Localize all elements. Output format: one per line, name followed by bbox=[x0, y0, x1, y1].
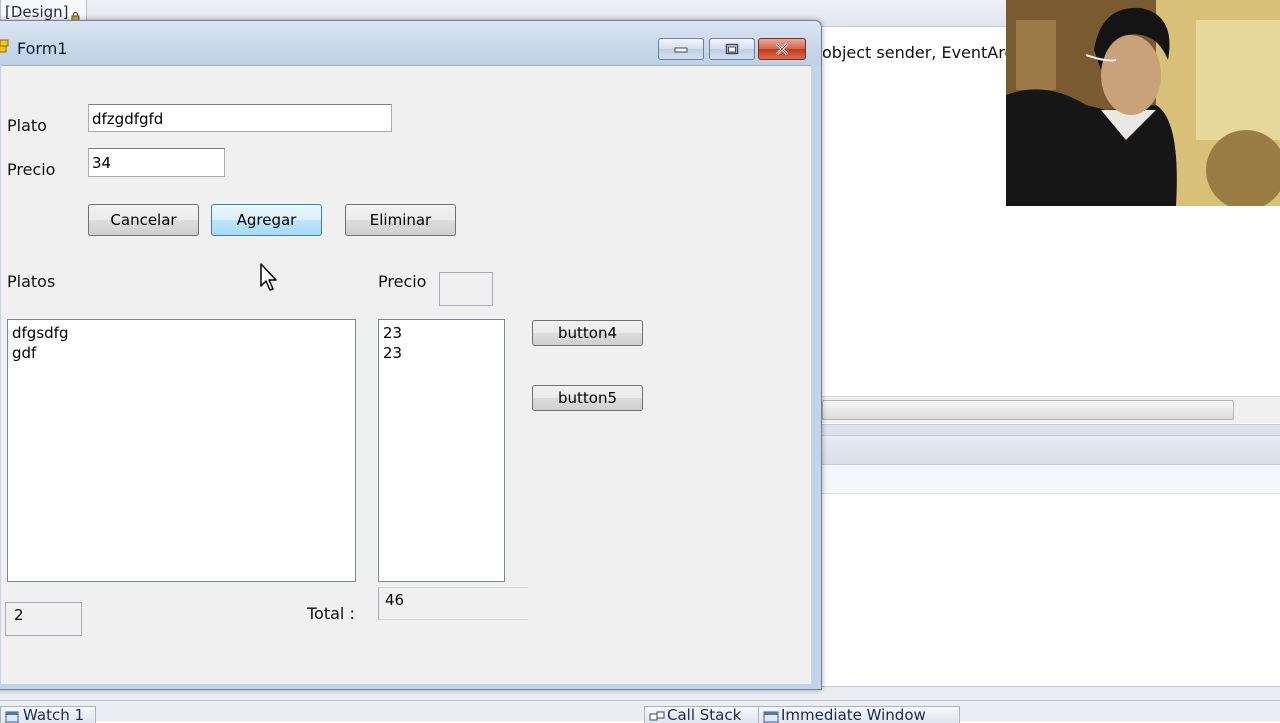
title-bar[interactable]: Form1 bbox=[0, 21, 821, 65]
webcam-overlay bbox=[1006, 0, 1280, 206]
close-icon bbox=[776, 43, 788, 55]
window-title: Form1 bbox=[17, 39, 68, 58]
form-client-area: Plato dfzgdfgfd Precio 34 Cancelar Agreg… bbox=[1, 65, 811, 684]
list-item[interactable]: gdf bbox=[12, 343, 355, 363]
mouse-cursor-icon bbox=[260, 263, 277, 291]
plato-label: Plato bbox=[7, 116, 47, 135]
cancelar-button[interactable]: Cancelar bbox=[88, 204, 199, 236]
tab-immediate-window[interactable]: Immediate Window bbox=[758, 706, 960, 723]
button4[interactable]: button4 bbox=[532, 320, 643, 346]
panel-splitter[interactable] bbox=[820, 424, 1280, 436]
form1-window: Form1 Plato dfzgdfgfd Precio 34 Cancelar… bbox=[0, 20, 822, 690]
webcam-image bbox=[1006, 0, 1280, 206]
scrollbar-thumb[interactable] bbox=[822, 400, 1234, 420]
precio-label: Precio bbox=[7, 160, 56, 179]
list-item[interactable]: dfgsdfg bbox=[12, 323, 355, 343]
horizontal-scrollbar[interactable] bbox=[820, 396, 1280, 423]
tab-call-stack[interactable]: Call Stack bbox=[644, 706, 760, 723]
call-stack-icon bbox=[649, 709, 665, 721]
output-panel-body bbox=[820, 494, 1280, 700]
list-item[interactable]: 23 bbox=[383, 323, 504, 343]
output-panel-header bbox=[820, 436, 1280, 465]
tab-immediate-window-label: Immediate Window bbox=[781, 706, 926, 723]
minimize-icon bbox=[674, 47, 688, 53]
total-label: Total : bbox=[307, 604, 355, 623]
eliminar-button[interactable]: Eliminar bbox=[345, 204, 456, 236]
maximize-icon bbox=[725, 43, 739, 55]
total-box[interactable]: 46 bbox=[378, 587, 528, 620]
watch-icon bbox=[5, 709, 19, 723]
precios-listbox[interactable]: 23 23 bbox=[378, 319, 505, 582]
tab-watch[interactable]: Watch 1 bbox=[0, 706, 96, 723]
count-box[interactable]: 2 bbox=[5, 602, 82, 636]
code-line: object sender, EventArg bbox=[822, 43, 1015, 62]
close-button[interactable] bbox=[758, 38, 806, 60]
precio-list-label: Precio bbox=[378, 272, 427, 291]
platos-listbox[interactable]: dfgsdfg gdf bbox=[7, 319, 356, 582]
form-icon bbox=[0, 39, 9, 53]
immediate-window-icon bbox=[763, 709, 779, 723]
precio-small-box[interactable] bbox=[439, 272, 493, 306]
precio-input[interactable]: 34 bbox=[88, 148, 225, 177]
bottom-divider bbox=[0, 700, 1280, 701]
minimize-button[interactable] bbox=[658, 38, 704, 60]
plato-input[interactable]: dfzgdfgfd bbox=[88, 104, 392, 132]
tab-call-stack-label: Call Stack bbox=[667, 706, 742, 723]
tab-watch-label: Watch 1 bbox=[23, 706, 85, 723]
ide-bottom-strip bbox=[0, 686, 1280, 721]
lock-icon bbox=[71, 4, 80, 22]
output-panel-row bbox=[820, 465, 1280, 494]
platos-label: Platos bbox=[7, 272, 56, 291]
button5[interactable]: button5 bbox=[532, 385, 643, 411]
list-item[interactable]: 23 bbox=[383, 343, 504, 363]
agregar-button[interactable]: Agregar bbox=[211, 204, 322, 236]
maximize-button[interactable] bbox=[709, 38, 755, 60]
